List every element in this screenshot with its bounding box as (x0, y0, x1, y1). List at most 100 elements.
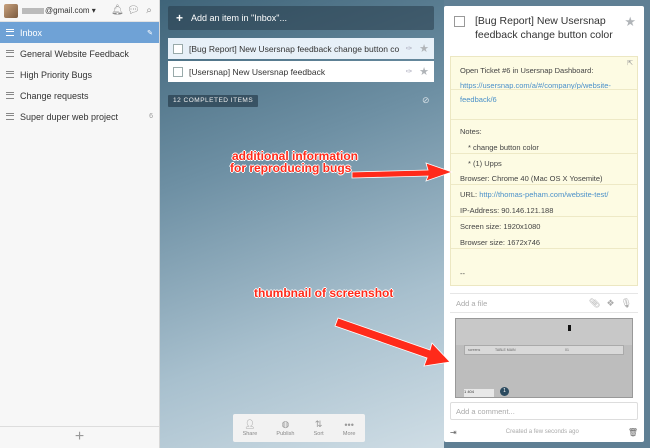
note-rule (451, 119, 637, 120)
thumbnail-header (456, 319, 632, 345)
sidebar-item-inbox[interactable]: Inbox ✎ (0, 22, 159, 43)
eye-off-icon[interactable]: ⊘ (422, 95, 430, 106)
collapse-icon[interactable]: ⇥ (450, 428, 457, 437)
chat-icon[interactable]: 💬︎ (127, 5, 140, 17)
sidebar-item-label: Super duper web project (20, 111, 119, 122)
add-list-button[interactable]: + (0, 426, 159, 448)
note-rule (451, 89, 637, 90)
sort-label: Sort (313, 431, 324, 437)
expand-note-icon[interactable]: ⇱ (627, 59, 633, 67)
add-item-placeholder: Add an item in "Inbox"... (191, 13, 287, 23)
note-url-link[interactable]: http://thomas-peham.com/website-test/ (479, 190, 608, 199)
edit-icon[interactable]: ✎ (147, 29, 153, 37)
thumbnail-footer-text: 1 404 (464, 389, 494, 397)
more-button[interactable]: ••• More (343, 420, 356, 437)
task-list-pane: + Add an item in "Inbox"... [Bug Report]… (160, 0, 444, 448)
sidebar-item-label: High Priority Bugs (20, 69, 93, 80)
trash-icon[interactable]: 🗑︎ (628, 428, 638, 437)
search-icon[interactable]: ⌕ (143, 5, 155, 17)
note-rule (451, 216, 637, 217)
sidebar-item-super-duper-web-project[interactable]: Super duper web project 6 (0, 106, 159, 127)
list-icon (6, 29, 14, 36)
note-area[interactable]: ⇱ Open Ticket #6 in Usersnap Dashboard: … (450, 56, 638, 286)
task-checkbox[interactable] (173, 66, 183, 77)
detail-checkbox[interactable] (454, 16, 465, 27)
sidebar-item-label: Inbox (20, 27, 43, 38)
sidebar-item-change-requests[interactable]: Change requests (0, 85, 159, 106)
task-detail-pane: [Bug Report] New Usersnap feedback chang… (444, 6, 644, 442)
more-label: More (342, 430, 356, 437)
note-rule (451, 153, 637, 154)
detail-title[interactable]: [Bug Report] New Usersnap feedback chang… (475, 14, 614, 42)
email-redaction (22, 7, 44, 14)
account-email[interactable]: @gmail.com ▾ (22, 6, 107, 15)
paperclip-icon[interactable]: 📎︎ (589, 298, 600, 309)
thumbnail-badge: 1 (500, 387, 509, 396)
sidebar-item-count: 6 (149, 113, 153, 120)
note-browser-size: Browser size: 1672x746 (460, 238, 541, 247)
screenshot-thumbnail[interactable]: screens TABLE MAIN 01 1 404 1 (455, 318, 633, 398)
comment-input[interactable]: Add a comment... (450, 402, 638, 420)
note-screen-size: Screen size: 1920x1080 (460, 222, 541, 231)
add-file-placeholder: Add a file (456, 298, 488, 308)
list-icon (6, 92, 14, 99)
publish-label: Publish (276, 431, 295, 437)
thumbnail-cursor (568, 325, 571, 331)
sidebar: @gmail.com ▾ 🔔︎ 💬︎ ⌕ Inbox ✎ General Web… (0, 0, 160, 448)
annotation-info-line2: for reproducing bugs (230, 161, 352, 175)
thumbnail-cell: TABLE MAIN (495, 348, 516, 352)
note-item: * change button color (468, 143, 539, 152)
microphone-icon[interactable]: 🎙︎ (621, 298, 632, 309)
star-icon[interactable]: ★ (624, 14, 636, 30)
email-suffix: @gmail.com (45, 6, 90, 15)
sidebar-item-label: General Website Feedback (20, 48, 129, 59)
sidebar-item-high-priority-bugs[interactable]: High Priority Bugs (0, 64, 159, 85)
star-icon[interactable]: ★ (419, 42, 429, 55)
task-item[interactable]: [Bug Report] New Usersnap feedback chang… (168, 38, 434, 59)
note-dashboard-link-cont[interactable]: feedback/6 (460, 95, 497, 104)
thumbnail-table-row: screens TABLE MAIN 01 (464, 345, 624, 355)
note-rule (451, 184, 637, 185)
sidebar-item-general-website-feedback[interactable]: General Website Feedback (0, 43, 159, 64)
note-notes-label: Notes: (460, 127, 482, 136)
completed-items-toggle[interactable]: 12 COMPLETED ITEMS (168, 95, 259, 107)
publish-button[interactable]: ◍ Publish (276, 419, 294, 437)
share-button[interactable]: 👤︎ Share (243, 419, 258, 437)
thumbnail-cell: 01 (565, 348, 569, 352)
avatar[interactable] (4, 3, 18, 18)
task-item[interactable]: [Usersnap] New Usersnap feedback ✑ ★ (168, 61, 434, 82)
note-browser: Browser: Chrome 40 (Mac OS X Yosemite) (460, 174, 603, 183)
task-title: [Usersnap] New Usersnap feedback (189, 66, 326, 77)
pin-icon: ✑ (405, 44, 413, 53)
note-rule (451, 248, 637, 249)
plus-icon: + (74, 428, 85, 445)
sort-button[interactable]: ⇅ Sort (314, 419, 324, 437)
task-title: [Bug Report] New Usersnap feedback chang… (189, 43, 400, 54)
more-icon: ••• (344, 419, 354, 430)
bell-icon[interactable]: 🔔︎ (111, 5, 124, 17)
share-icon: 👤︎ (244, 419, 256, 429)
bottom-toolbar: 👤︎ Share ◍ Publish ⇅ Sort ••• More (233, 414, 365, 442)
task-checkbox[interactable] (173, 43, 183, 54)
note-url-label: URL: (460, 190, 478, 199)
note-item: * (1) Upps (468, 159, 502, 168)
dropbox-icon[interactable]: ❖ (606, 298, 614, 309)
pin-icon: ✑ (405, 67, 413, 76)
add-file-row[interactable]: Add a file 📎︎ ❖ 🎙︎ (450, 293, 638, 313)
plus-icon: + (176, 11, 184, 25)
note-open-ticket: Open Ticket #6 in Usersnap Dashboard: (460, 66, 594, 75)
note-separator: -- (460, 269, 465, 278)
created-timestamp: Created a few seconds ago (505, 429, 579, 435)
list-icon (6, 50, 14, 57)
share-label: Share (242, 431, 258, 437)
star-icon[interactable]: ★ (419, 65, 429, 78)
list-icon (6, 113, 14, 120)
detail-header: [Bug Report] New Usersnap feedback chang… (444, 6, 644, 56)
add-item-input[interactable]: + Add an item in "Inbox"... (168, 6, 434, 30)
sidebar-item-label: Change requests (20, 90, 89, 101)
globe-icon: ◍ (281, 419, 290, 429)
note-ip: IP-Address: 90.146.121.188 (460, 206, 554, 215)
detail-footer: ⇥ Created a few seconds ago 🗑︎ (450, 426, 638, 438)
sort-icon: ⇅ (314, 419, 323, 429)
account-header: @gmail.com ▾ 🔔︎ 💬︎ ⌕ (0, 0, 159, 22)
